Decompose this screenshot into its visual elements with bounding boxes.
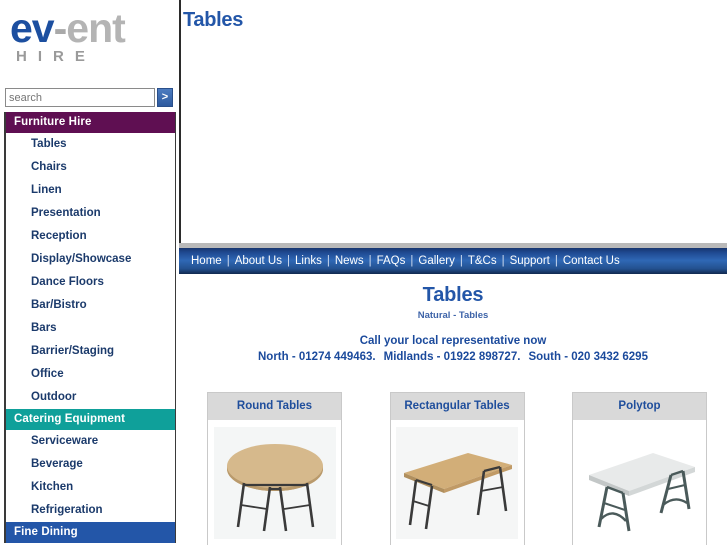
- rectangular-table-illustration: [396, 426, 518, 539]
- nav-link-support[interactable]: Support: [510, 255, 550, 267]
- logo-dash: -: [53, 5, 68, 51]
- nav-separator: |: [501, 255, 505, 267]
- phone-numbers: North - 01274 449463. Midlands - 01922 89…: [179, 351, 727, 363]
- nav-separator: |: [410, 255, 414, 267]
- sidebar-item-kitchen[interactable]: Kitchen: [6, 476, 175, 499]
- category-header-catering-equipment[interactable]: Catering Equipment: [6, 409, 175, 430]
- sidebar-item-chairs[interactable]: Chairs: [6, 156, 175, 179]
- product-card-round-tables[interactable]: Round Tables: [207, 392, 342, 545]
- logo-subtitle: HIRE: [16, 48, 96, 65]
- nav-separator: |: [368, 255, 372, 267]
- nav-link-home[interactable]: Home: [191, 255, 222, 267]
- category-header-fine-dining[interactable]: Fine Dining: [6, 522, 175, 543]
- category-header-furniture-hire[interactable]: Furniture Hire: [6, 112, 175, 133]
- search-bar: >: [5, 88, 173, 107]
- logo-text-ent: ent: [66, 5, 125, 51]
- nav-separator: |: [226, 255, 230, 267]
- product-card-polytop[interactable]: Polytop: [572, 392, 707, 545]
- sidebar-item-tables[interactable]: Tables: [6, 133, 175, 156]
- phone-midlands: Midlands - 01922 898727.: [383, 351, 521, 363]
- breadcrumb: Natural - Tables: [417, 310, 489, 321]
- page-root: ev-ent HIRE > Furniture HireTablesChairs…: [0, 0, 727, 545]
- sidebar: ev-ent HIRE > Furniture HireTablesChairs…: [0, 0, 176, 545]
- sidebar-item-office[interactable]: Office: [6, 363, 175, 386]
- rectangular-table-image: [390, 420, 524, 545]
- sidebar-item-display-showcase[interactable]: Display/Showcase: [6, 248, 175, 271]
- nav-link-gallery[interactable]: Gallery: [418, 255, 454, 267]
- category-menu: Furniture Hire Tables Chairs Linen Presentat…: [4, 112, 176, 543]
- page-title: Tables: [183, 9, 244, 31]
- search-submit-button[interactable]: >: [157, 88, 173, 107]
- sidebar-item-serviceware[interactable]: Serviceware: [6, 430, 175, 453]
- logo-wordmark: ev-ent: [6, 6, 172, 50]
- main-column: Tables Home | About Us | Links | News | FAQs | Gal…: [176, 0, 727, 545]
- product-card-title: Round Tables: [208, 393, 341, 420]
- sidebar-item-bar-bistro[interactable]: Bar/Bistro: [6, 294, 175, 317]
- sidebar-item-reception[interactable]: Reception: [6, 225, 175, 248]
- call-heading: Call your local representative now: [359, 335, 547, 347]
- phone-north: North - 01274 449463.: [258, 351, 376, 363]
- nav-link-t-cs[interactable]: T&Cs: [468, 255, 497, 267]
- sidebar-item-dance-floors[interactable]: Dance Floors: [6, 271, 175, 294]
- sidebar-item-beverage[interactable]: Beverage: [6, 453, 175, 476]
- product-card-title: Polytop: [573, 393, 706, 420]
- sidebar-item-refrigeration[interactable]: Refrigeration: [6, 499, 175, 522]
- top-navigation: Home | About Us | Links | News | FAQs | Gallery | T&…: [179, 248, 727, 274]
- nav-link-links[interactable]: Links: [295, 255, 322, 267]
- content-heading: Tables: [422, 284, 484, 306]
- product-card-title: Rectangular Tables: [390, 393, 524, 420]
- main-content: Tables Natural - Tables Call your local …: [179, 274, 727, 545]
- nav-separator: |: [554, 255, 558, 267]
- polytop-table-image: [573, 420, 706, 545]
- nav-separator: |: [287, 255, 290, 267]
- logo-text-ev: ev: [10, 5, 55, 51]
- nav-link-news[interactable]: News: [335, 255, 364, 267]
- polytop-table-illustration: [578, 426, 701, 539]
- nav-separator: |: [459, 255, 463, 267]
- round-table-illustration: [213, 426, 336, 539]
- nav-link-contact-us[interactable]: Contact Us: [563, 255, 620, 267]
- nav-link-faqs[interactable]: FAQs: [377, 255, 406, 267]
- nav-link-about-us[interactable]: About Us: [235, 255, 282, 267]
- sidebar-item-barrier-staging[interactable]: Barrier/Staging: [6, 340, 175, 363]
- phone-south: South - 020 3432 6295: [528, 351, 648, 363]
- site-logo[interactable]: ev-ent HIRE: [6, 6, 172, 78]
- sidebar-item-bars[interactable]: Bars: [6, 317, 175, 340]
- nav-separator: |: [326, 255, 330, 267]
- product-card-grid: Round Tables Rectangular Tables Polytop: [207, 392, 707, 545]
- header-banner: [179, 0, 727, 248]
- sidebar-item-presentation[interactable]: Presentation: [6, 202, 175, 225]
- sidebar-item-linen[interactable]: Linen: [6, 179, 175, 202]
- product-card-rectangular-tables[interactable]: Rectangular Tables: [389, 392, 525, 545]
- search-input[interactable]: [5, 88, 155, 107]
- round-table-image: [208, 420, 341, 545]
- sidebar-item-outdoor[interactable]: Outdoor: [6, 386, 175, 409]
